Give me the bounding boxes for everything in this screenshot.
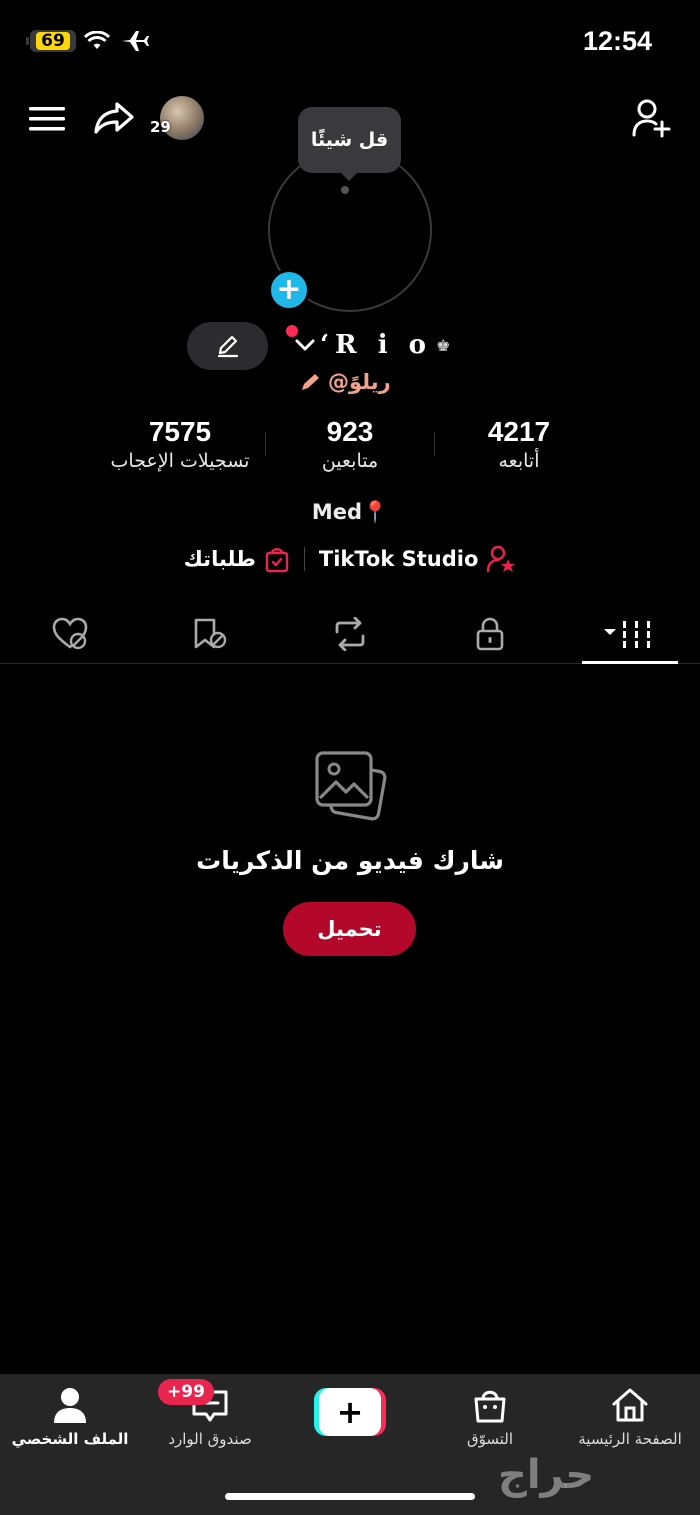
add-friend-icon[interactable] — [630, 98, 674, 138]
tab-liked[interactable] — [0, 604, 140, 663]
crown-icon: ♚ — [435, 335, 451, 355]
wifi-icon — [83, 30, 111, 55]
creator-star-icon — [487, 545, 516, 573]
battery-level: 69 — [41, 31, 65, 51]
inbox-badge: +99 — [158, 1379, 214, 1405]
pencil-icon — [217, 335, 238, 358]
shopping-bag-icon — [265, 548, 289, 573]
username: @ريلوً — [300, 370, 391, 394]
clock: 12:54 — [582, 26, 652, 56]
create-button[interactable]: + — [314, 1388, 386, 1436]
repost-icon — [335, 616, 365, 651]
bubble-dot — [341, 186, 349, 194]
battery-indicator: 69 — [26, 30, 76, 52]
nav-inbox-label: صندوق الوارد — [168, 1430, 252, 1448]
tab-favorites[interactable] — [140, 604, 280, 663]
plus-icon: + — [319, 1388, 381, 1436]
upload-button[interactable]: تحميل — [283, 902, 416, 956]
nav-home-label: الصفحة الرئيسية — [578, 1430, 682, 1448]
nav-profile[interactable]: الملف الشخصي — [0, 1386, 140, 1448]
content-tabs — [0, 604, 700, 664]
link-divider — [303, 547, 305, 571]
edit-profile-button[interactable] — [187, 322, 268, 370]
home-icon — [612, 1388, 648, 1422]
chevron-down-icon — [295, 339, 315, 351]
friends-count: 29 — [150, 118, 171, 136]
videos-grid-icon — [604, 620, 650, 648]
haraj-watermark: حراج — [498, 1452, 595, 1498]
nav-profile-label: الملف الشخصي — [11, 1430, 129, 1448]
empty-state-title: شارك فيديو من الذكريات — [196, 846, 504, 875]
bubble-text: قل شيئًا — [310, 129, 389, 151]
nav-shop[interactable]: التسوّق — [420, 1386, 560, 1448]
orders-link[interactable]: طلباتك — [184, 545, 290, 573]
shop-bag-icon — [474, 1390, 506, 1423]
profile-links: طلباتك TikTok Studio — [0, 545, 700, 573]
home-indicator[interactable] — [225, 1493, 475, 1500]
hidden-heart-icon — [52, 617, 88, 649]
tiktok-studio-link[interactable]: TikTok Studio — [319, 545, 517, 573]
username-text: @ريلوً — [328, 370, 391, 394]
lock-icon — [476, 617, 504, 650]
following-count: 4217 — [487, 416, 551, 447]
tab-videos[interactable] — [560, 604, 700, 664]
account-switcher[interactable]: ‘R i o ♚ — [294, 330, 450, 360]
bubble-tail — [340, 172, 358, 181]
airplane-icon — [120, 29, 150, 57]
display-name: ‘R i o — [320, 330, 432, 360]
nav-home[interactable]: الصفحة الرئيسية — [560, 1386, 700, 1448]
share-icon[interactable] — [92, 98, 136, 138]
profile-person-icon — [54, 1388, 86, 1423]
tab-private[interactable] — [420, 604, 560, 663]
orders-label: طلباتك — [183, 547, 256, 571]
tab-reposts[interactable] — [280, 604, 420, 663]
following-stat[interactable]: 4217 أتابعه — [419, 416, 619, 472]
studio-label: TikTok Studio — [318, 547, 479, 571]
following-label: أتابعه — [498, 450, 540, 472]
hidden-bookmark-icon — [194, 618, 227, 648]
menu-icon[interactable] — [28, 100, 66, 138]
photo-memories-icon — [312, 750, 388, 830]
add-avatar-button[interactable]: + — [268, 269, 310, 311]
nav-shop-label: التسوّق — [466, 1430, 514, 1448]
say-something-bubble[interactable]: قل شيئًا — [298, 107, 401, 173]
bio: Med📍 — [311, 500, 389, 524]
pencil-emoji-icon — [302, 374, 319, 390]
